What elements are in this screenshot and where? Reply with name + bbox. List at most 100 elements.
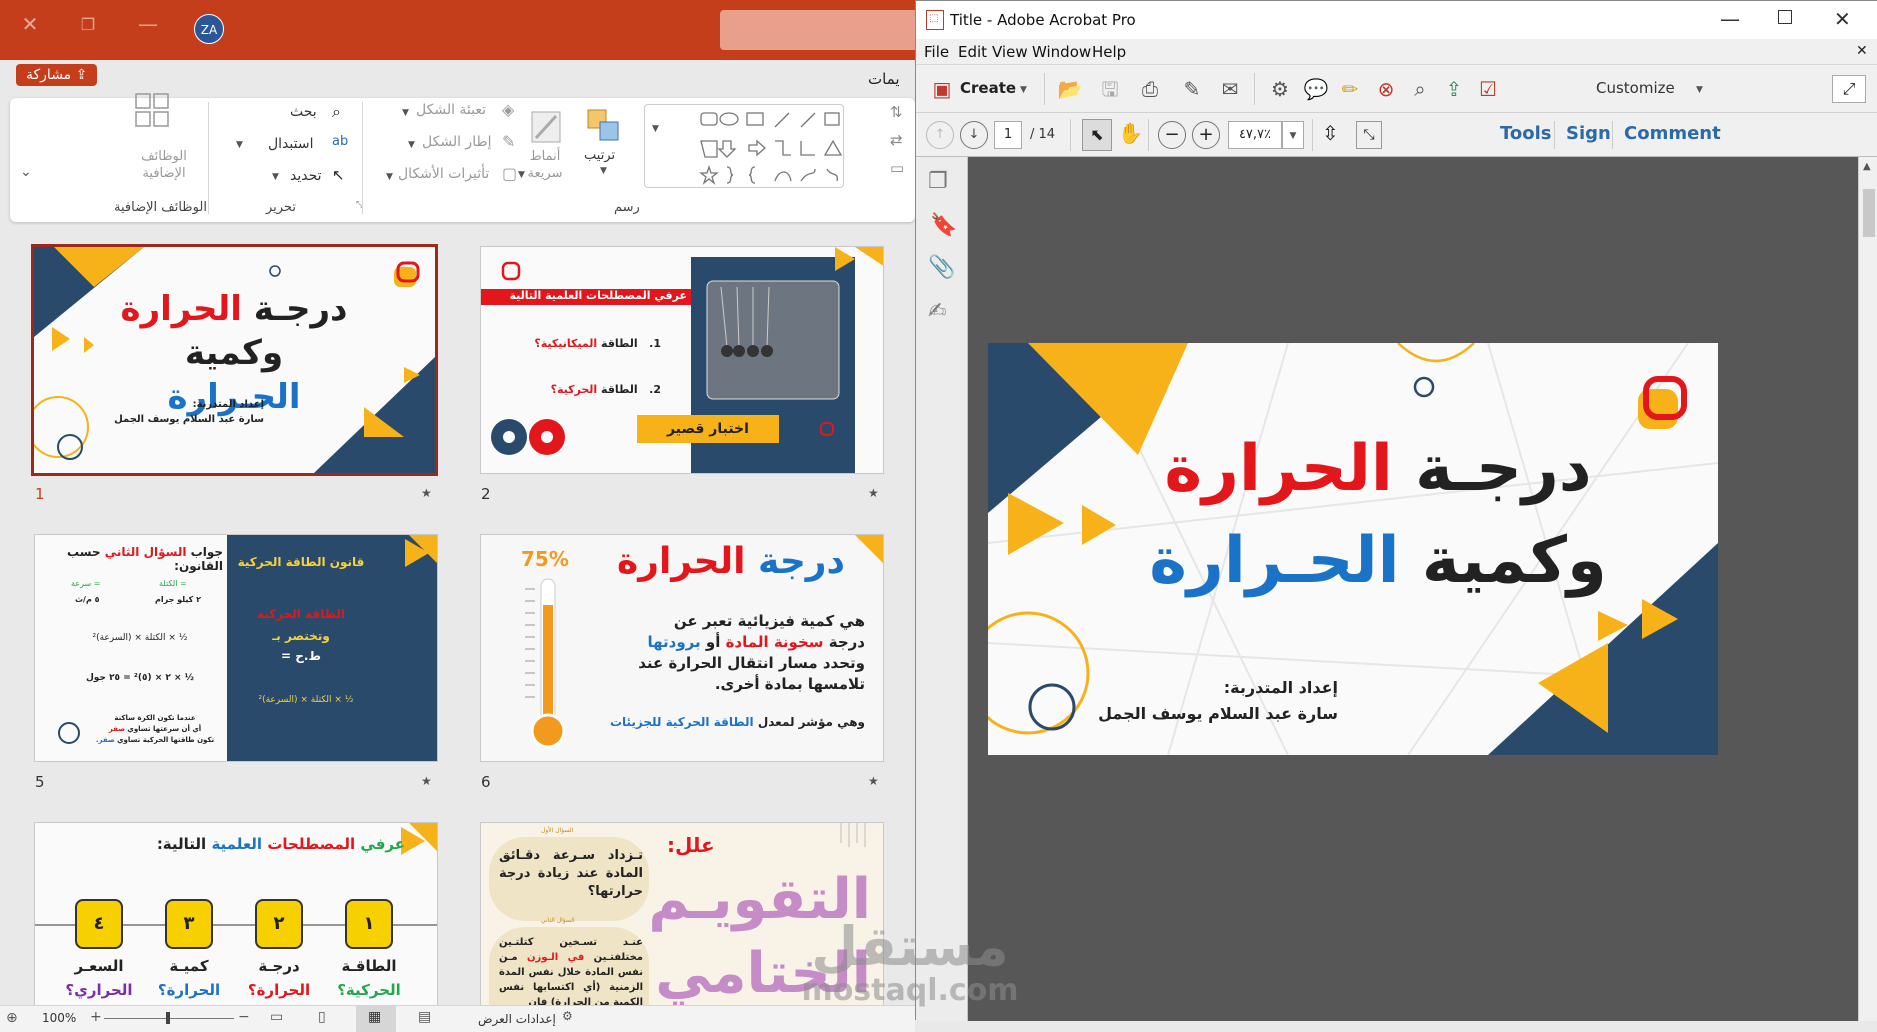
replace-button[interactable]: استبدال [268,136,313,152]
previous-page-icon[interactable]: ↑ [926,121,954,149]
slide-thumbnail-6[interactable]: 75% درجة الحرارة هي كمية فيزيائية تعبر ع… [480,534,884,762]
chevron-down-icon[interactable]: ▼ [236,140,243,150]
pages-icon[interactable]: ❐ [928,169,948,194]
fit-slide-icon[interactable]: ⊕ [6,1010,18,1026]
settings-icon[interactable]: ⚙ [1266,75,1294,103]
reading-view-icon[interactable]: ▯ [318,1009,326,1025]
slide-2-decor [481,247,883,473]
zoom-dropdown[interactable]: ▼ [1282,121,1304,149]
zoom-input[interactable]: ٤٧,٧٪ [1228,121,1282,149]
zoom-slider-thumb[interactable] [166,1012,170,1024]
slide-thumbnail-2[interactable]: عرفي المصطلحات العلمية التالية 1. الطاقة… [480,246,884,474]
minimize-icon[interactable]: — [128,12,168,36]
ribbon-tab[interactable]: يمات [868,70,900,88]
zoom-out-icon[interactable]: − [1158,121,1186,149]
forms-icon[interactable]: ☑ [1474,75,1502,103]
restore-icon[interactable]: ❐ [68,15,108,34]
comment-bubble-icon[interactable]: 💬 [1302,75,1330,103]
view-settings-button[interactable]: إعدادات العرض [478,1012,556,1026]
open-folder-icon[interactable]: 📂 [1056,75,1084,103]
share-button[interactable]: مشاركة ⇪ [16,64,98,86]
email-icon[interactable]: ✉ [1216,75,1244,103]
arrange-button[interactable]: ترتيب [584,148,615,163]
select-button[interactable]: تحديد [290,168,322,184]
chevron-down-icon[interactable]: ▼ [1696,85,1703,95]
menu-file[interactable]: File [924,43,949,61]
chevron-down-icon[interactable]: ▼ [386,172,393,182]
fit-page-icon[interactable]: ⤡ [1356,121,1382,149]
close-icon[interactable]: ✕ [1834,7,1851,31]
create-button[interactable]: Create [960,79,1016,97]
menu-help[interactable]: Help [1092,43,1126,61]
bookmark-icon[interactable]: 🔖 [930,213,957,238]
shapes-gallery[interactable] [644,104,844,188]
minimize-icon[interactable]: — [1720,7,1740,31]
comment-tab[interactable]: Comment [1624,123,1721,144]
signature-icon[interactable]: ✍ [928,299,946,324]
quick-styles-icon[interactable] [528,108,564,148]
addins-icon[interactable] [135,93,169,128]
print-icon[interactable]: ⎙ [1136,75,1164,103]
save-icon[interactable]: 🖫 [1096,75,1124,103]
zoom-level[interactable]: 100% [42,1011,76,1025]
page-number-input[interactable]: 1 [994,121,1022,149]
sign-tab[interactable]: Sign [1566,123,1611,144]
create-pdf-icon[interactable]: ▣ [928,75,956,103]
shape-fill-button[interactable]: تعبئة الشكل [416,102,486,118]
find-button[interactable]: بحث [290,104,317,120]
chevron-down-icon[interactable]: ▼ [402,108,409,118]
replace-icon: ab [332,134,349,149]
slide-thumbnail-5[interactable]: جواب السؤال الثاني حسب القانون: سرعة = ا… [34,534,438,762]
slide-thumbnail-7[interactable]: عرفي المصطلحات العلمية التالية: ٤ ٣ ٢ ١ … [34,822,438,1005]
zoom-out-icon[interactable]: − [238,1009,250,1025]
slide-sorter-view-button[interactable]: ▦ [356,1006,396,1032]
chevron-down-icon[interactable]: ▼ [272,172,279,182]
chevron-down-icon[interactable]: ▼ [1020,85,1027,95]
shape-effects-button[interactable]: تأثيرات الأشكال [398,166,489,182]
shape-outline-button[interactable]: إطار الشكل [422,134,492,150]
slide-thumbnail-1[interactable]: درجـة الحرارة وكمية الحـرارة إعداد المتد… [31,244,438,476]
normal-view-icon[interactable]: ▤ [418,1009,431,1025]
scrollbar-thumb[interactable] [1863,189,1875,237]
gallery-more-icon[interactable]: ▼ [652,124,659,134]
edit-pdf-icon[interactable]: ✎ [1178,75,1206,103]
menu-view[interactable]: View [992,43,1028,61]
next-page-icon[interactable]: ↓ [960,121,988,149]
header-part: التالية: [156,835,207,853]
vertical-scrollbar[interactable]: ▲ [1858,157,1877,1021]
menu-edit[interactable]: Edit [958,43,987,61]
collapse-ribbon-icon[interactable]: ⌄ [20,164,32,180]
scrolling-mode-icon[interactable]: ⇳ [1322,121,1339,145]
slide-thumbnail-8[interactable]: علل: السؤال الأول تـزداد سـرعة دقـائق ال… [480,822,884,1005]
scroll-up-icon[interactable]: ▲ [1863,161,1871,172]
menu-window[interactable]: Window [1032,43,1091,61]
addins-button[interactable]: الوظائف الإضافية [124,148,204,182]
slide-8-q2: عنـد تسـخين كتلتـين مختلفتـين في الـوزن … [499,935,643,1005]
find-document-icon[interactable]: ⌕ [1406,75,1434,103]
chevron-down-icon[interactable]: ▼ [600,166,607,176]
term-box: ١ [345,899,393,949]
chevron-down-icon[interactable]: ▼ [408,140,415,150]
delete-page-icon[interactable]: ⊗ [1372,75,1400,103]
tools-tab[interactable]: Tools [1500,123,1552,144]
close-icon[interactable]: ✕ [10,12,50,36]
attachment-icon[interactable]: 📎 [928,255,955,280]
highlight-icon[interactable]: ✏ [1336,75,1364,103]
maximize-icon[interactable] [1778,10,1792,24]
avatar[interactable]: ZA [194,14,224,44]
author-name: سارة عبد السلام يوسف الجمل [1098,704,1338,723]
chevron-down-icon[interactable]: ▼ [518,170,525,180]
close-document-icon[interactable]: ✕ [1856,43,1868,59]
sort-icon[interactable]: ⇅ ⇄ ▭ [890,98,904,182]
fullscreen-icon[interactable]: ⤢ [1832,75,1866,103]
hand-tool-icon[interactable]: ✋ [1118,121,1143,145]
zoom-in-icon[interactable]: + [1192,121,1220,149]
presenter-view-icon[interactable]: ▭ [270,1009,283,1025]
quick-styles-button[interactable]: أنماط سريعة [520,148,570,182]
customize-button[interactable]: Customize [1596,79,1675,97]
export-icon[interactable]: ⇪ [1440,75,1468,103]
slide-5-question-title: جواب السؤال الثاني حسب القانون: [35,545,223,573]
zoom-in-icon[interactable]: + [90,1009,102,1025]
select-tool-icon[interactable]: ⬉ [1082,119,1112,151]
arrange-icon[interactable] [584,106,624,146]
